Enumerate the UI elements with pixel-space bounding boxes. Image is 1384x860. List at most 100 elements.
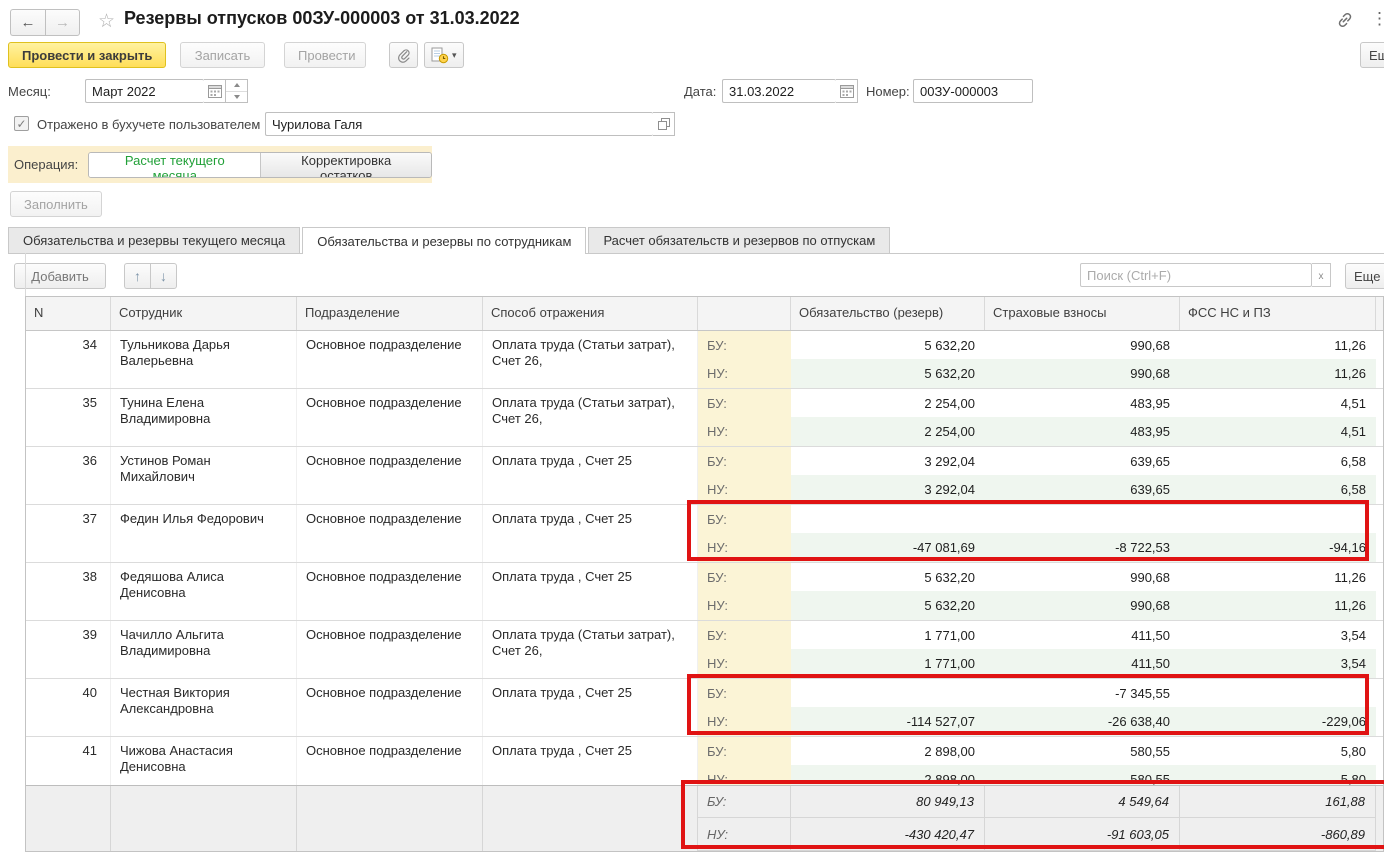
method-cell[interactable]: Оплата труда , Счет 25 [483,563,698,620]
posting-journal-button[interactable]: ▾ [424,42,464,68]
employee-cell[interactable]: Тульникова Дарья Валерьевна [111,331,297,388]
bu-liability-cell[interactable]: 3 292,04 [791,447,985,475]
nu-liability-cell[interactable]: 2 254,00 [791,417,985,446]
favorite-star-icon[interactable]: ☆ [98,10,115,33]
nu-insurance-cell[interactable]: 411,50 [985,649,1180,678]
nu-fss-cell[interactable]: -94,16 [1180,533,1376,562]
nu-insurance-cell[interactable]: 990,68 [985,591,1180,620]
post-and-close-button[interactable]: Провести и закрыть [8,42,166,68]
fill-button[interactable]: Заполнить [10,191,102,217]
search-input[interactable] [1080,263,1312,287]
bu-liability-cell[interactable]: 2 254,00 [791,389,985,417]
table-row[interactable]: 39 Чачилло Альгита Владимировна Основное… [26,621,1383,679]
department-cell[interactable]: Основное подразделение [297,563,483,620]
employee-cell[interactable]: Чачилло Альгита Владимировна [111,621,297,678]
nu-fss-cell[interactable]: -229,06 [1180,707,1376,736]
step-up-button[interactable] [226,80,247,92]
method-cell[interactable]: Оплата труда , Счет 25 [483,447,698,504]
number-input[interactable] [913,79,1033,103]
nu-liability-cell[interactable]: -47 081,69 [791,533,985,562]
department-cell[interactable]: Основное подразделение [297,331,483,388]
tab-vacation-calculation[interactable]: Расчет обязательств и резервов по отпуск… [588,227,890,253]
bu-fss-cell[interactable]: 5,80 [1180,737,1376,765]
operation-option-balance-correction[interactable]: Корректировка остатков [260,153,431,177]
add-row-button[interactable]: Добавить [14,263,106,289]
nu-liability-cell[interactable]: 5 632,20 [791,359,985,388]
table-row[interactable]: 36 Устинов Роман Михайлович Основное под… [26,447,1383,505]
column-header-bu-nu[interactable] [698,297,791,330]
move-down-button[interactable]: ↓ [150,263,177,289]
bu-liability-cell[interactable]: 2 898,00 [791,737,985,765]
nu-fss-cell[interactable]: 11,26 [1180,359,1376,388]
bu-liability-cell[interactable] [791,505,985,533]
more-button-table[interactable]: Еще [1345,263,1384,289]
tab-current-month[interactable]: Обязательства и резервы текущего месяца [8,227,300,253]
bu-fss-cell[interactable] [1180,505,1376,533]
bu-fss-cell[interactable]: 4,51 [1180,389,1376,417]
bu-insurance-cell[interactable]: 639,65 [985,447,1180,475]
nu-liability-cell[interactable]: 1 771,00 [791,649,985,678]
bu-liability-cell[interactable]: 5 632,20 [791,563,985,591]
month-input[interactable] [85,79,204,103]
method-cell[interactable]: Оплата труда , Счет 25 [483,505,698,562]
bu-insurance-cell[interactable]: -7 345,55 [985,679,1180,707]
column-header-department[interactable]: Подразделение [297,297,483,330]
link-icon[interactable] [1335,10,1355,30]
step-down-button[interactable] [226,92,247,103]
table-row[interactable]: 40 Честная Виктория Александровна Основн… [26,679,1383,737]
column-header-method[interactable]: Способ отражения [483,297,698,330]
bu-fss-cell[interactable]: 6,58 [1180,447,1376,475]
table-row[interactable]: 34 Тульникова Дарья Валерьевна Основное … [26,331,1383,389]
column-header-employee[interactable]: Сотрудник [111,297,297,330]
bu-fss-cell[interactable]: 11,26 [1180,331,1376,359]
column-header-liability[interactable]: Обязательство (резерв) [791,297,985,330]
nu-insurance-cell[interactable]: 639,65 [985,475,1180,504]
post-button[interactable]: Провести [284,42,366,68]
column-header-n[interactable]: N [26,297,111,330]
nu-fss-cell[interactable]: 6,58 [1180,475,1376,504]
table-row[interactable]: 37 Федин Илья Федорович Основное подразд… [26,505,1383,563]
department-cell[interactable]: Основное подразделение [297,621,483,678]
calendar-icon[interactable] [836,79,858,103]
nu-insurance-cell[interactable]: 483,95 [985,417,1180,446]
nu-insurance-cell[interactable]: -26 638,40 [985,707,1180,736]
nu-liability-cell[interactable]: -114 527,07 [791,707,985,736]
nu-liability-cell[interactable]: 5 632,20 [791,591,985,620]
column-header-fss[interactable]: ФСС НС и ПЗ [1180,297,1376,330]
column-header-insurance[interactable]: Страховые взносы [985,297,1180,330]
department-cell[interactable]: Основное подразделение [297,679,483,736]
bu-liability-cell[interactable]: 5 632,20 [791,331,985,359]
bu-insurance-cell[interactable]: 411,50 [985,621,1180,649]
nu-fss-cell[interactable]: 4,51 [1180,417,1376,446]
employee-cell[interactable]: Федин Илья Федорович [111,505,297,562]
department-cell[interactable]: Основное подразделение [297,505,483,562]
bu-fss-cell[interactable]: 11,26 [1180,563,1376,591]
method-cell[interactable]: Оплата труда (Статьи затрат), Счет 26, [483,389,698,446]
nu-fss-cell[interactable]: 11,26 [1180,591,1376,620]
reflected-checkbox[interactable]: ✓ [14,116,29,131]
table-row[interactable]: 35 Тунина Елена Владимировна Основное по… [26,389,1383,447]
employee-cell[interactable]: Тунина Елена Владимировна [111,389,297,446]
more-dots-icon[interactable]: ⋮ [1371,9,1384,29]
bu-fss-cell[interactable]: 3,54 [1180,621,1376,649]
forward-button[interactable]: → [45,9,80,36]
bu-insurance-cell[interactable]: 580,55 [985,737,1180,765]
bu-insurance-cell[interactable]: 990,68 [985,331,1180,359]
calendar-icon[interactable] [204,79,226,103]
bu-liability-cell[interactable]: 1 771,00 [791,621,985,649]
employee-cell[interactable]: Федяшова Алиса Денисовна [111,563,297,620]
user-input[interactable] [265,112,653,136]
operation-option-current-month[interactable]: Расчет текущего месяца [89,153,260,177]
back-button[interactable]: ← [10,9,45,36]
method-cell[interactable]: Оплата труда (Статьи затрат), Счет 26, [483,621,698,678]
nu-fss-cell[interactable]: 3,54 [1180,649,1376,678]
more-button-top[interactable]: Еще [1360,42,1384,68]
bu-fss-cell[interactable] [1180,679,1376,707]
tab-by-employees[interactable]: Обязательства и резервы по сотрудникам [302,227,586,254]
bu-liability-cell[interactable] [791,679,985,707]
employee-cell[interactable]: Честная Виктория Александровна [111,679,297,736]
attachments-button[interactable] [389,42,418,68]
search-clear-button[interactable]: x [1312,263,1331,287]
nu-insurance-cell[interactable]: -8 722,53 [985,533,1180,562]
nu-liability-cell[interactable]: 3 292,04 [791,475,985,504]
